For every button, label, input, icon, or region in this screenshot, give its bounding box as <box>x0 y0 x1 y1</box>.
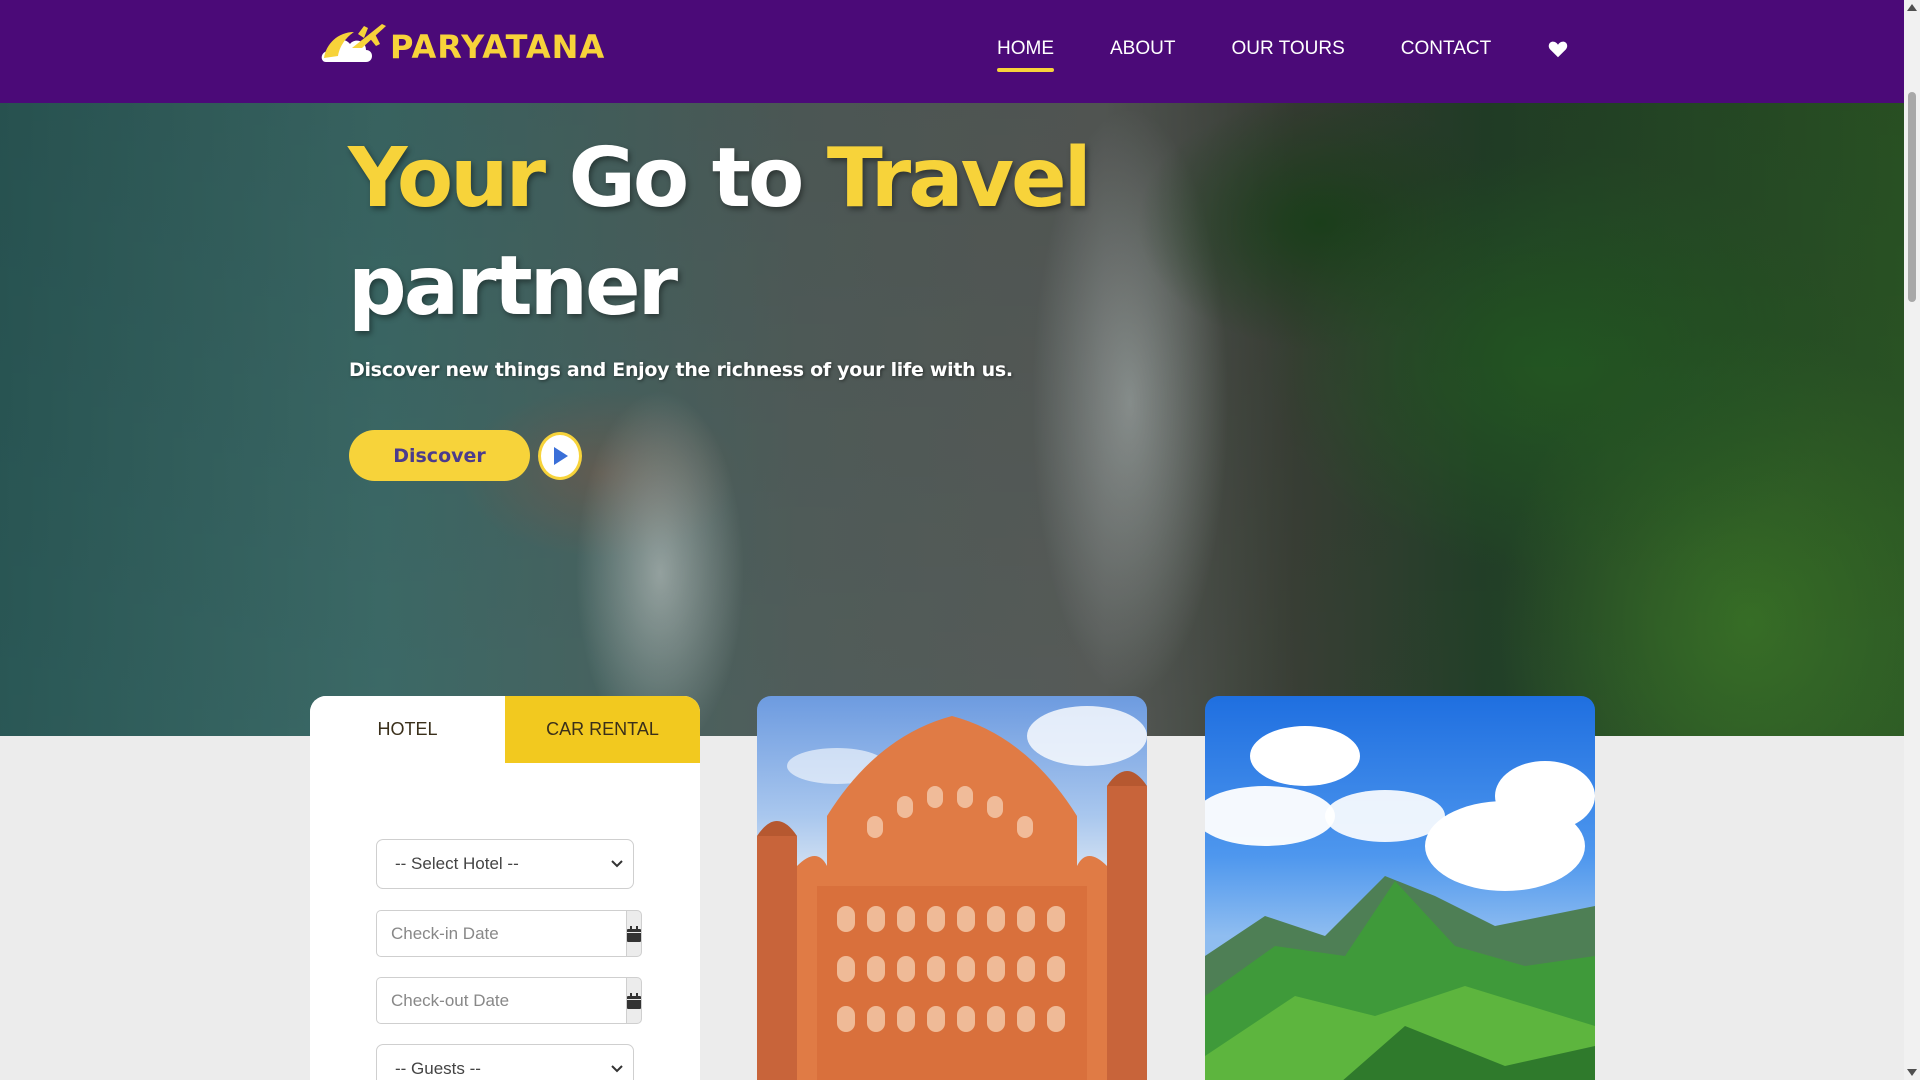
hero-title-word-goto: Go to <box>568 131 805 226</box>
hero-title-word-partner: partner <box>348 239 678 334</box>
checkin-row <box>376 910 642 957</box>
hero-banner: Your Go to Travel partner Discover new t… <box>0 103 1904 736</box>
discover-button[interactable]: Discover <box>349 430 530 481</box>
destination-card-palace[interactable] <box>757 696 1147 1080</box>
checkout-date-input[interactable] <box>376 977 626 1024</box>
main-nav: HOME ABOUT OUR TOURS CONTACT <box>997 38 1569 72</box>
hotel-select-value: -- Select Hotel -- <box>395 854 519 873</box>
page-scrollbar[interactable] <box>1904 0 1920 1080</box>
checkout-row <box>376 977 642 1024</box>
hero-subtitle: Discover new things and Enjoy the richne… <box>349 359 1013 381</box>
calendar-icon <box>627 992 641 1009</box>
hero-title-word-travel: Travel <box>826 131 1092 226</box>
chevron-down-icon <box>611 1065 623 1073</box>
hotel-select[interactable]: -- Select Hotel -- <box>376 839 634 889</box>
destination-card-mountain[interactable] <box>1205 696 1595 1080</box>
brand-name: PARYATANA <box>390 28 606 66</box>
calendar-icon <box>627 925 641 942</box>
heart-icon[interactable] <box>1547 38 1569 60</box>
scroll-up-arrow[interactable] <box>1907 4 1917 11</box>
chevron-down-icon <box>611 860 623 868</box>
booking-tabs: HOTEL CAR RENTAL <box>310 696 700 763</box>
scroll-down-arrow[interactable] <box>1907 1069 1917 1076</box>
tab-car-rental[interactable]: CAR RENTAL <box>505 696 700 763</box>
airplane-cloud-icon <box>321 24 386 62</box>
guests-select-value: -- Guests -- <box>395 1059 481 1078</box>
mountain-image <box>1205 726 1595 1080</box>
checkout-calendar-button[interactable] <box>626 977 642 1024</box>
nav-home[interactable]: HOME <box>997 38 1054 72</box>
checkin-date-input[interactable] <box>376 910 626 957</box>
tab-hotel[interactable]: HOTEL <box>310 696 505 763</box>
nav-our-tours[interactable]: OUR TOURS <box>1231 38 1344 60</box>
hero-title: Your Go to Travel partner <box>348 125 1092 341</box>
nav-about[interactable]: ABOUT <box>1110 38 1175 60</box>
booking-widget: HOTEL CAR RENTAL -- Select Hotel -- Chec… <box>310 696 700 1080</box>
checkin-calendar-button[interactable] <box>626 910 642 957</box>
play-icon <box>554 447 568 465</box>
guests-select[interactable]: -- Guests -- <box>376 1044 634 1080</box>
nav-contact[interactable]: CONTACT <box>1401 38 1491 60</box>
hotel-booking-form: -- Select Hotel -- Check-in Date Check-o… <box>376 839 642 1080</box>
play-video-button[interactable] <box>538 432 582 480</box>
top-navbar: PARYATANA HOME ABOUT OUR TOURS CONTACT <box>0 0 1904 103</box>
hero-title-word-your: Your <box>348 131 546 226</box>
palace-image <box>757 706 1147 1080</box>
scroll-thumb[interactable] <box>1908 92 1916 302</box>
brand-logo[interactable]: PARYATANA <box>318 18 605 70</box>
